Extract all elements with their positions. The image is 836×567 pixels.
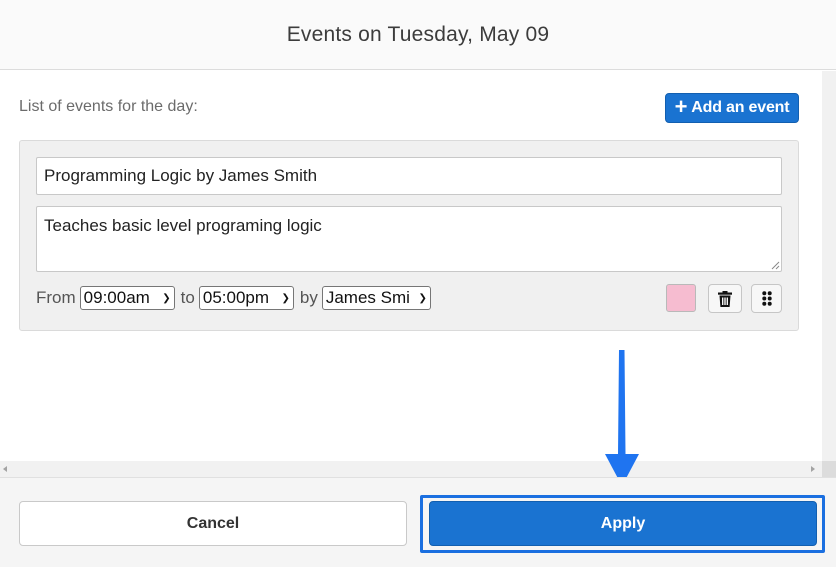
scroll-left-icon[interactable] <box>3 466 7 472</box>
from-time-value: 09:00am <box>83 288 150 307</box>
apply-button[interactable]: Apply <box>429 501 817 546</box>
dialog-header: Events on Tuesday, May 09 <box>0 0 836 70</box>
add-event-button[interactable]: + Add an event <box>665 93 799 123</box>
scrollbar-corner <box>822 461 836 477</box>
to-time-select[interactable]: 05:00pm ❯ <box>198 286 294 310</box>
scroll-right-icon[interactable] <box>811 466 815 472</box>
to-time-value: 05:00pm <box>202 288 270 307</box>
by-person-select[interactable]: James Smi ❯ <box>321 286 431 310</box>
horizontal-scrollbar[interactable] <box>0 461 822 477</box>
drag-handle-icon <box>761 291 772 306</box>
by-person-value: James Smi <box>325 288 410 307</box>
to-label: to <box>180 288 195 307</box>
dialog-footer: Cancel Apply <box>0 477 836 567</box>
delete-event-button[interactable] <box>708 284 742 313</box>
add-event-label: Add an event <box>691 99 790 116</box>
event-card: Teaches basic level programing logic Fro… <box>19 140 799 331</box>
drag-event-button[interactable] <box>751 284 782 313</box>
from-time-select[interactable]: 09:00am ❯ <box>79 286 175 310</box>
dialog-content: List of events for the day: + Add an eve… <box>0 71 836 477</box>
event-description-textarea[interactable]: Teaches basic level programing logic <box>36 206 782 272</box>
plus-icon: + <box>674 94 688 119</box>
chevron-down-icon: ❯ <box>162 292 171 304</box>
from-label: From <box>36 288 76 307</box>
vertical-scrollbar[interactable] <box>822 71 836 461</box>
resize-grip-icon[interactable] <box>770 260 780 270</box>
event-color-swatch[interactable] <box>666 284 696 312</box>
chevron-down-icon: ❯ <box>281 292 290 304</box>
event-list-label: List of events for the day: <box>19 98 198 115</box>
event-time-row: From 09:00am ❯ to 05:00pm ❯ by James Smi… <box>36 285 437 311</box>
trash-icon <box>718 290 732 307</box>
chevron-down-icon: ❯ <box>418 292 427 304</box>
cancel-button[interactable]: Cancel <box>19 501 407 546</box>
pointer-arrow-icon <box>605 350 639 486</box>
event-title-input[interactable] <box>36 157 782 195</box>
dialog-title: Events on Tuesday, May 09 <box>286 22 550 46</box>
by-label: by <box>299 288 318 307</box>
